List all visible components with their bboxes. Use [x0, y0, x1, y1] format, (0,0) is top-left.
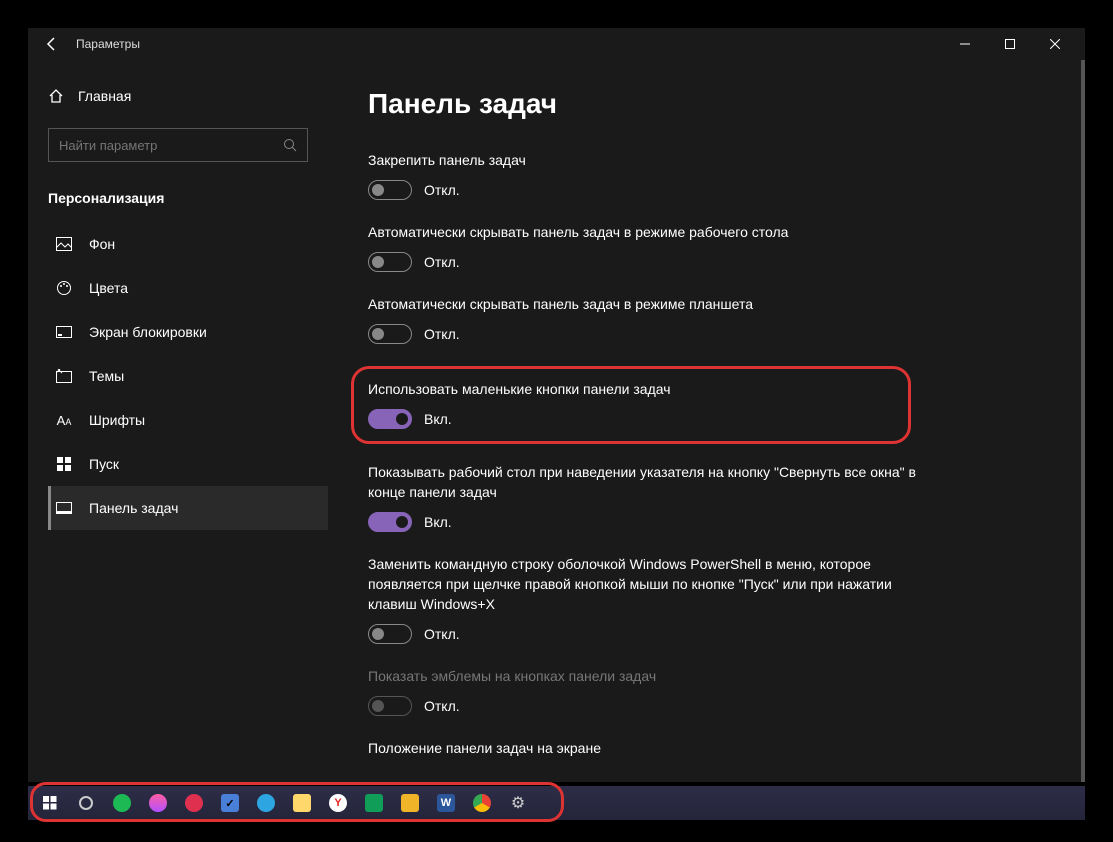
taskbar-wrap: ✓ Y W ⚙: [28, 786, 1085, 820]
lockscreen-icon: [55, 326, 73, 338]
gear-icon: ⚙: [511, 793, 525, 813]
settings-window: Параметры Главная Персонализация Фон: [28, 28, 1085, 782]
setting-small-buttons: Использовать маленькие кнопки панели зад…: [368, 379, 894, 429]
toggle-state: Вкл.: [424, 411, 452, 427]
setting-peek-desktop: Показывать рабочий стол при наведении ук…: [368, 462, 928, 532]
picture-icon: [55, 237, 73, 251]
setting-label: Закрепить панель задач: [368, 150, 928, 170]
toggle-state: Откл.: [424, 626, 460, 642]
taskbar-app-1[interactable]: [70, 789, 102, 817]
toggle-state: Откл.: [424, 326, 460, 342]
start-icon: [55, 457, 73, 471]
setting-badges: Показать эмблемы на кнопках панели задач…: [368, 666, 928, 716]
setting-label: Показать эмблемы на кнопках панели задач: [368, 666, 928, 686]
nav-label: Темы: [89, 368, 124, 384]
nav-item-lockscreen[interactable]: Экран блокировки: [48, 310, 328, 354]
themes-icon: [55, 369, 73, 383]
scrollbar[interactable]: [1081, 60, 1085, 782]
taskbar-app-itunes[interactable]: [142, 789, 174, 817]
taskbar-app-settings[interactable]: ⚙: [502, 789, 534, 817]
taskbar-app-sheets[interactable]: [358, 789, 390, 817]
main-content: Панель задач Закрепить панель задач Откл…: [328, 60, 1085, 782]
nav-label: Шрифты: [89, 412, 145, 428]
toggle-badges: [368, 696, 412, 716]
toggle-state: Откл.: [424, 254, 460, 270]
home-label: Главная: [78, 88, 131, 104]
nav-label: Экран блокировки: [89, 324, 207, 340]
taskbar-app-notes[interactable]: [394, 789, 426, 817]
nav-label: Панель задач: [89, 500, 178, 516]
toggle-autohide-desktop[interactable]: [368, 252, 412, 272]
taskbar-app-yandex[interactable]: Y: [322, 789, 354, 817]
setting-label: Автоматически скрывать панель задач в ре…: [368, 294, 928, 314]
search-icon: [283, 138, 297, 152]
setting-position: Положение панели задач на экране: [368, 738, 928, 758]
nav-item-taskbar[interactable]: Панель задач: [48, 486, 328, 530]
back-button[interactable]: [36, 28, 68, 60]
toggle-small-buttons[interactable]: [368, 409, 412, 429]
taskbar: ✓ Y W ⚙: [28, 786, 1085, 820]
nav-item-colors[interactable]: Цвета: [48, 266, 328, 310]
taskbar-app-todo[interactable]: ✓: [214, 789, 246, 817]
toggle-lock-taskbar[interactable]: [368, 180, 412, 200]
window-title: Параметры: [76, 37, 140, 51]
setting-label: Показывать рабочий стол при наведении ук…: [368, 462, 928, 502]
setting-label: Использовать маленькие кнопки панели зад…: [368, 379, 894, 399]
fonts-icon: AA: [55, 413, 73, 428]
setting-powershell: Заменить командную строку оболочкой Wind…: [368, 554, 928, 644]
nav-label: Пуск: [89, 456, 119, 472]
nav-item-themes[interactable]: Темы: [48, 354, 328, 398]
setting-autohide-desktop: Автоматически скрывать панель задач в ре…: [368, 222, 928, 272]
search-box[interactable]: [48, 128, 308, 162]
setting-label: Автоматически скрывать панель задач в ре…: [368, 222, 928, 242]
window-controls: [942, 28, 1077, 60]
sidebar: Главная Персонализация Фон Цвета Экран б…: [28, 60, 328, 782]
page-title: Панель задач: [368, 88, 1045, 120]
nav-label: Цвета: [89, 280, 128, 296]
toggle-peek-desktop[interactable]: [368, 512, 412, 532]
search-input[interactable]: [59, 138, 283, 153]
taskbar-app-chrome[interactable]: [466, 789, 498, 817]
highlight-annotation: Использовать маленькие кнопки панели зад…: [351, 366, 911, 444]
home-icon: [48, 88, 64, 104]
toggle-autohide-tablet[interactable]: [368, 324, 412, 344]
taskbar-app-telegram[interactable]: [250, 789, 282, 817]
setting-label: Положение панели задач на экране: [368, 738, 928, 758]
nav-item-background[interactable]: Фон: [48, 222, 328, 266]
setting-lock-taskbar: Закрепить панель задач Откл.: [368, 150, 928, 200]
toggle-state: Вкл.: [424, 514, 452, 530]
nav-label: Фон: [89, 236, 115, 252]
palette-icon: [55, 280, 73, 296]
nav-item-fonts[interactable]: AA Шрифты: [48, 398, 328, 442]
taskbar-app-spotify[interactable]: [106, 789, 138, 817]
titlebar: Параметры: [28, 28, 1085, 60]
maximize-button[interactable]: [987, 28, 1032, 60]
start-button[interactable]: [34, 789, 66, 817]
taskbar-icon: [55, 502, 73, 514]
section-title: Персонализация: [48, 182, 328, 222]
home-link[interactable]: Главная: [48, 80, 328, 112]
taskbar-app-5[interactable]: [178, 789, 210, 817]
setting-autohide-tablet: Автоматически скрывать панель задач в ре…: [368, 294, 928, 344]
window-body: Главная Персонализация Фон Цвета Экран б…: [28, 60, 1085, 782]
taskbar-app-explorer[interactable]: [286, 789, 318, 817]
taskbar-app-word[interactable]: W: [430, 789, 462, 817]
toggle-state: Откл.: [424, 698, 460, 714]
close-button[interactable]: [1032, 28, 1077, 60]
toggle-state: Откл.: [424, 182, 460, 198]
toggle-powershell[interactable]: [368, 624, 412, 644]
setting-label: Заменить командную строку оболочкой Wind…: [368, 554, 928, 614]
minimize-button[interactable]: [942, 28, 987, 60]
nav-item-start[interactable]: Пуск: [48, 442, 328, 486]
